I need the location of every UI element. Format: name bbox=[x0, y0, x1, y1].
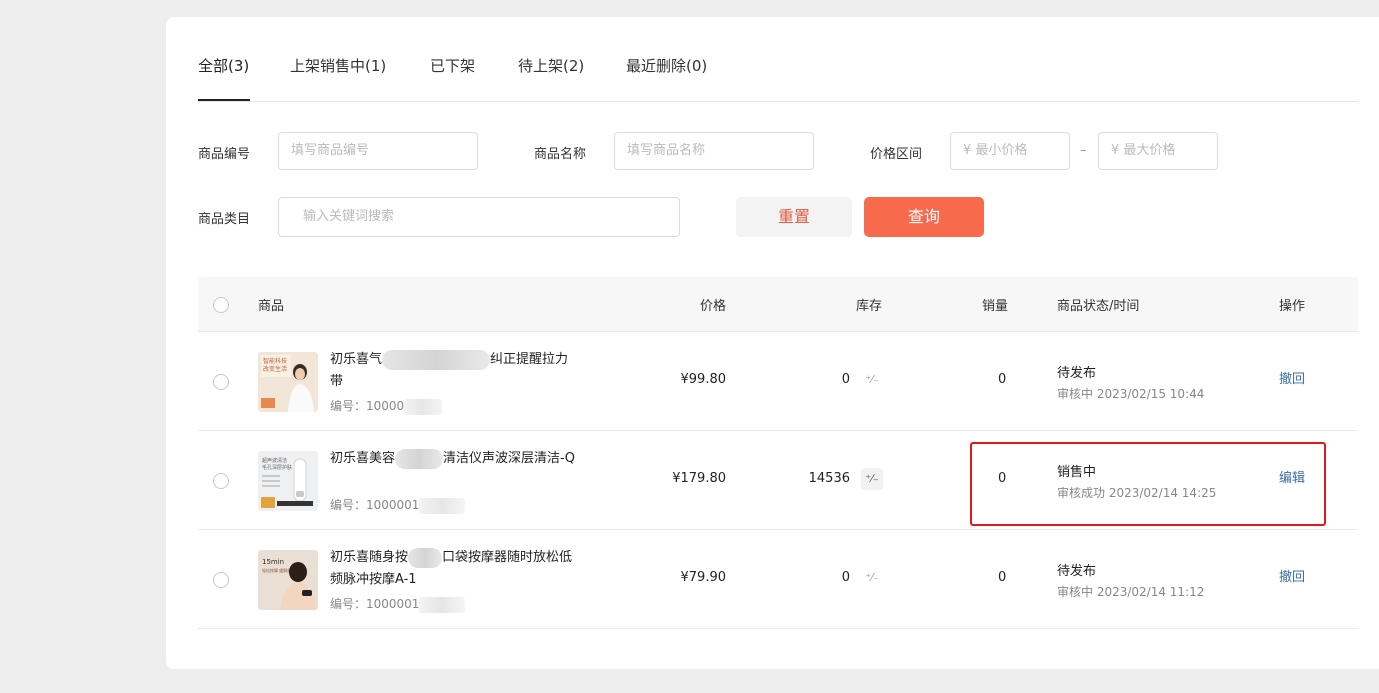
product-stock: 14536 bbox=[808, 471, 850, 486]
code-input[interactable]: 填写商品编号 bbox=[278, 132, 478, 170]
svg-text:毛孔深层护肤: 毛孔深层护肤 bbox=[262, 464, 292, 471]
product-stock: 0 bbox=[841, 372, 850, 387]
product-image-massager-strap-icon: 智能科技 改变生活 bbox=[258, 352, 318, 412]
table-header: 商品 价格 库存 销量 商品状态/时间 操作 bbox=[198, 277, 1358, 332]
product-stock: 0 bbox=[841, 570, 850, 585]
withdraw-link[interactable]: 撤回 bbox=[1279, 368, 1305, 387]
name-input[interactable]: 填写商品名称 bbox=[614, 132, 814, 170]
blurred-text bbox=[408, 547, 443, 568]
edit-stock-icon[interactable]: ⁺⁄₋ bbox=[861, 567, 883, 589]
product-status-time: 审核中 2023/02/14 11:12 bbox=[1057, 585, 1205, 599]
product-price: ¥99.80 bbox=[680, 372, 727, 387]
price-range-label: 价格区间 bbox=[870, 147, 923, 162]
product-thumbnail[interactable]: 超声波清洁 毛孔深层护肤 bbox=[258, 451, 318, 511]
header-product: 商品 bbox=[258, 299, 285, 314]
svg-text:改变生活: 改变生活 bbox=[263, 365, 287, 373]
tab-all[interactable]: 全部(3) bbox=[198, 55, 249, 76]
product-status-time: 审核中 2023/02/15 10:44 bbox=[1057, 387, 1205, 401]
svg-text:超声波清洁: 超声波清洁 bbox=[262, 457, 287, 464]
row-select-radio[interactable] bbox=[213, 572, 229, 588]
product-thumbnail[interactable]: 智能科技 改变生活 bbox=[258, 352, 318, 412]
min-price-input[interactable]: ¥ 最小价格 bbox=[950, 132, 1070, 170]
header-status: 商品状态/时间 bbox=[1057, 299, 1140, 314]
product-image-cleansing-device-icon: 超声波清洁 毛孔深层护肤 bbox=[258, 451, 318, 511]
product-code: 编号：10000 bbox=[330, 397, 443, 415]
reset-button[interactable]: 重置 bbox=[736, 197, 852, 237]
active-tab-indicator bbox=[198, 99, 250, 101]
product-name[interactable]: 初乐喜随身按 口袋按摩器随时放松低频脉冲按摩A-1 bbox=[330, 547, 580, 591]
svg-text:智能科技: 智能科技 bbox=[263, 357, 287, 365]
tab-recently-deleted[interactable]: 最近删除(0) bbox=[626, 55, 707, 76]
product-name[interactable]: 初乐喜气 纠正提醒拉力带 bbox=[330, 349, 580, 393]
tab-on-sale[interactable]: 上架销售中(1) bbox=[290, 55, 386, 76]
header-sales: 销量 bbox=[982, 299, 1009, 314]
header-price: 价格 bbox=[699, 299, 726, 314]
tab-pending[interactable]: 待上架(2) bbox=[518, 55, 584, 76]
max-price-input[interactable]: ¥ 最大价格 bbox=[1098, 132, 1218, 170]
row-select-radio[interactable] bbox=[213, 473, 229, 489]
product-status: 待发布 bbox=[1057, 366, 1097, 381]
category-label: 商品类目 bbox=[198, 212, 251, 227]
header-stock: 库存 bbox=[855, 299, 882, 314]
select-all-radio[interactable] bbox=[213, 297, 229, 313]
blurred-text bbox=[404, 398, 443, 415]
blurred-text bbox=[382, 349, 491, 370]
blurred-text bbox=[419, 596, 466, 613]
withdraw-link[interactable]: 撤回 bbox=[1279, 566, 1305, 585]
row-select-radio[interactable] bbox=[213, 374, 229, 390]
blurred-text bbox=[395, 448, 444, 469]
tab-off-shelf[interactable]: 已下架 bbox=[430, 55, 475, 76]
product-price: ¥179.80 bbox=[672, 471, 726, 486]
status-tabs: 全部(3) 上架销售中(1) 已下架 待上架(2) 最近删除(0) bbox=[198, 55, 1358, 102]
product-sales: 0 bbox=[998, 570, 1007, 585]
product-thumbnail[interactable]: 15min 轻松按摩 缓解疲劳 bbox=[258, 550, 318, 610]
header-action: 操作 bbox=[1279, 299, 1306, 314]
category-search-input[interactable]: 输入关键词搜索 bbox=[278, 197, 680, 237]
edit-stock-icon[interactable]: ⁺⁄₋ bbox=[861, 468, 883, 490]
query-button[interactable]: 查询 bbox=[864, 197, 984, 237]
range-dash: – bbox=[1080, 143, 1087, 158]
table-row: 智能科技 改变生活 初乐喜气 纠正提醒拉力带 编号：10000 ¥99.80 0 … bbox=[198, 332, 1358, 431]
blurred-text bbox=[419, 497, 466, 514]
name-label: 商品名称 bbox=[534, 147, 587, 162]
product-sales: 0 bbox=[998, 372, 1007, 387]
product-code: 编号：1000001 bbox=[330, 595, 466, 613]
product-management-panel: 全部(3) 上架销售中(1) 已下架 待上架(2) 最近删除(0) 商品编号 填… bbox=[166, 17, 1379, 669]
product-image-pocket-massager-icon: 15min 轻松按摩 缓解疲劳 bbox=[258, 550, 318, 610]
edit-stock-icon[interactable]: ⁺⁄₋ bbox=[861, 369, 883, 391]
highlight-box bbox=[970, 442, 1326, 526]
code-label: 商品编号 bbox=[198, 147, 251, 162]
product-code: 编号：1000001 bbox=[330, 496, 466, 514]
product-price: ¥79.90 bbox=[680, 570, 727, 585]
product-name[interactable]: 初乐喜美容 清洁仪声波深层清洁-Q bbox=[330, 448, 580, 470]
svg-text:15min: 15min bbox=[262, 558, 284, 566]
table-row: 15min 轻松按摩 缓解疲劳 初乐喜随身按 口袋按摩器随时放松低频脉冲按摩A-1… bbox=[198, 530, 1358, 629]
product-status: 待发布 bbox=[1057, 564, 1097, 579]
